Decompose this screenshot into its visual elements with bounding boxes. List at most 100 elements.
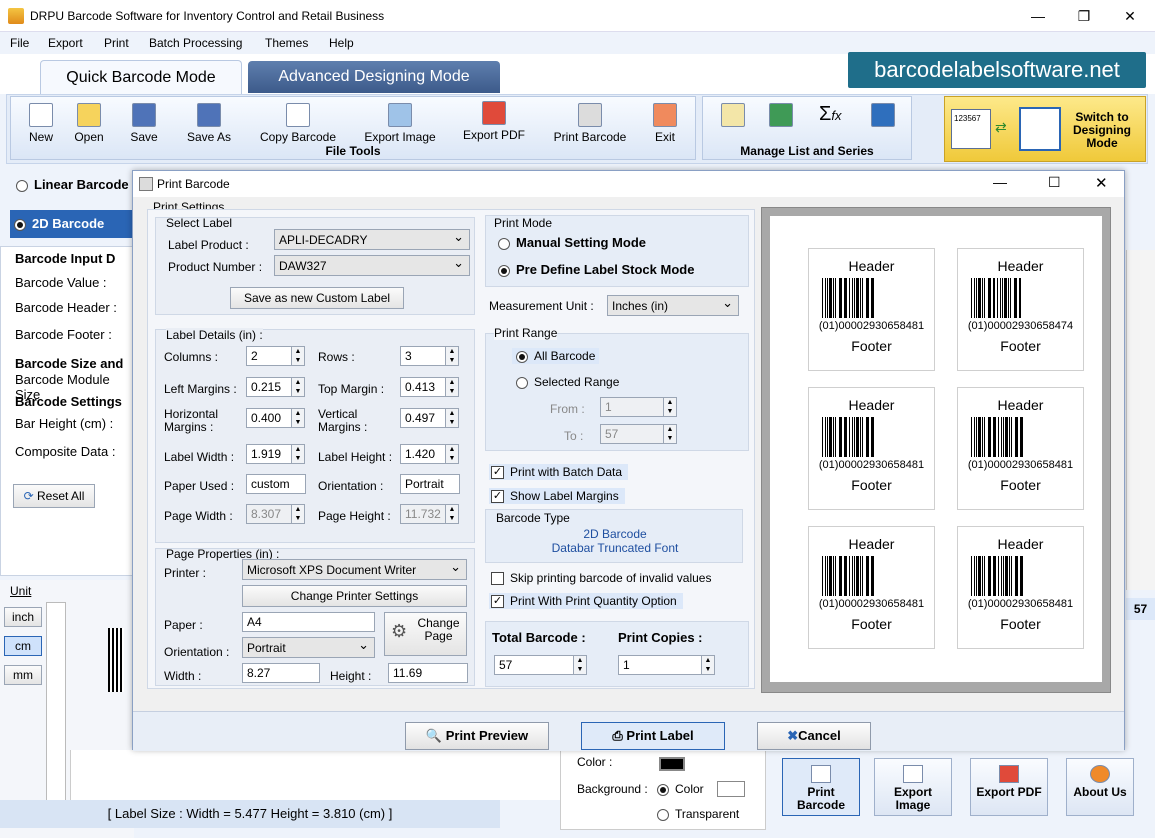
left-margins-spinner[interactable]: ▲ ▼ bbox=[292, 377, 305, 397]
save-as-button[interactable]: Save As bbox=[181, 103, 237, 144]
from-input[interactable]: 1 bbox=[600, 397, 664, 417]
print-quantity-checkbox[interactable]: ✓ Print With Print Quantity Option bbox=[489, 593, 683, 610]
columns-spinner[interactable]: ▲ ▼ bbox=[292, 346, 305, 366]
print-preview-button[interactable]: 🔍 Print Preview bbox=[405, 722, 549, 750]
save-custom-label-button[interactable]: Save as new Custom Label bbox=[230, 287, 404, 309]
vertical-margins-spinner[interactable]: ▲ ▼ bbox=[446, 408, 459, 428]
predefine-mode-radio[interactable]: Pre Define Label Stock Mode bbox=[498, 262, 694, 277]
manage-list-button[interactable] bbox=[721, 103, 745, 130]
scrollbar[interactable] bbox=[1126, 250, 1155, 590]
label-width-input[interactable]: 1.919 bbox=[246, 444, 292, 464]
background-color-radio[interactable]: Color bbox=[657, 782, 704, 796]
left-margins-input[interactable]: 0.215 bbox=[246, 377, 292, 397]
exit-button[interactable]: Exit bbox=[649, 103, 681, 144]
rows-input[interactable]: 3 bbox=[400, 346, 446, 366]
label-product-select[interactable]: APLI-DECADRY bbox=[274, 229, 470, 250]
label-size-status: [ Label Size : Width = 5.477 Height = 3.… bbox=[0, 800, 500, 828]
unit-inch-button[interactable]: inch bbox=[4, 607, 42, 627]
horizontal-margins-spinner[interactable]: ▲ ▼ bbox=[292, 408, 305, 428]
from-spinner[interactable]: ▲ ▼ bbox=[664, 397, 677, 417]
export-pdf-button[interactable]: Export PDF bbox=[459, 101, 529, 142]
page-width-spinner[interactable]: ▲ ▼ bbox=[292, 504, 305, 524]
unit-cm-button[interactable]: cm bbox=[4, 636, 42, 656]
measurement-unit-select[interactable]: Inches (in) bbox=[607, 295, 739, 316]
minimize-button[interactable]: — bbox=[1015, 0, 1061, 32]
switch-to-designing-mode-button[interactable]: 123567 ⇄ Switch to Designing Mode bbox=[944, 96, 1146, 162]
series-formula-button[interactable]: Σfx bbox=[819, 103, 842, 126]
export-image-tile[interactable]: Export Image bbox=[874, 758, 952, 816]
menu-batch-processing[interactable]: Batch Processing bbox=[149, 36, 242, 50]
page-orientation-select[interactable]: Portrait bbox=[242, 637, 375, 658]
top-margin-spinner[interactable]: ▲ ▼ bbox=[446, 377, 459, 397]
page-height-input[interactable]: 11.732 bbox=[400, 504, 446, 524]
page-height-spinner[interactable]: ▲ ▼ bbox=[446, 504, 459, 524]
paper-used-input[interactable]: custom bbox=[246, 474, 306, 494]
print-batch-data-checkbox[interactable]: ✓ Print with Batch Data bbox=[489, 464, 629, 481]
label-width-spinner[interactable]: ▲ ▼ bbox=[292, 444, 305, 464]
transparent-radio[interactable]: Transparent bbox=[657, 807, 739, 821]
about-us-tile[interactable]: About Us bbox=[1066, 758, 1134, 816]
export-pdf-tile[interactable]: Export PDF bbox=[970, 758, 1048, 816]
unit-mm-button[interactable]: mm bbox=[4, 665, 42, 685]
product-number-select[interactable]: DAW327 bbox=[274, 255, 470, 276]
print-label-button[interactable]: ⎙ Print Label bbox=[581, 722, 725, 750]
dialog-minimize-button[interactable]: — bbox=[993, 174, 1007, 190]
exit-icon bbox=[653, 103, 677, 127]
cancel-button[interactable]: ✖Cancel bbox=[757, 722, 871, 750]
print-barcode-tile[interactable]: Print Barcode bbox=[782, 758, 860, 816]
to-spinner[interactable]: ▲ ▼ bbox=[664, 424, 677, 444]
columns-input[interactable]: 2 bbox=[246, 346, 292, 366]
reset-all-button[interactable]: ⟳ Reset All bbox=[13, 484, 95, 508]
horizontal-margins-input[interactable]: 0.400 bbox=[246, 408, 292, 428]
new-button[interactable]: New bbox=[21, 103, 61, 144]
change-page-button[interactable]: ⚙ Change Page bbox=[384, 612, 467, 656]
save-button[interactable]: Save bbox=[124, 103, 164, 144]
menu-export[interactable]: Export bbox=[48, 36, 83, 50]
manual-mode-radio[interactable]: Manual Setting Mode bbox=[498, 235, 646, 250]
print-copies-input[interactable]: 1 bbox=[618, 655, 702, 675]
dialog-close-button[interactable]: ✕ bbox=[1095, 174, 1108, 192]
export-image-button[interactable]: Export Image bbox=[359, 103, 441, 144]
label-height-spinner[interactable]: ▲ ▼ bbox=[446, 444, 459, 464]
close-button[interactable]: ✕ bbox=[1107, 0, 1153, 32]
print-barcode-toolbar-button[interactable]: Print Barcode bbox=[547, 103, 633, 144]
color-swatch[interactable] bbox=[659, 757, 685, 771]
total-barcode-input[interactable]: 57 bbox=[494, 655, 574, 675]
dialog-maximize-button[interactable]: ☐ bbox=[1048, 174, 1061, 191]
top-margin-input[interactable]: 0.413 bbox=[400, 377, 446, 397]
open-button[interactable]: Open bbox=[69, 103, 109, 144]
linear-barcode-radio[interactable]: Linear Barcode bbox=[16, 177, 129, 192]
skip-invalid-checkbox[interactable]: Skip printing barcode of invalid values bbox=[489, 570, 713, 586]
menu-help[interactable]: Help bbox=[329, 36, 354, 50]
to-input[interactable]: 57 bbox=[600, 424, 664, 444]
rows-spinner[interactable]: ▲ ▼ bbox=[446, 346, 459, 366]
page-width-input[interactable]: 8.307 bbox=[246, 504, 292, 524]
vertical-margins-input[interactable]: 0.497 bbox=[400, 408, 446, 428]
unit-label: Unit bbox=[10, 584, 32, 598]
copy-barcode-button[interactable]: Copy Barcode bbox=[255, 103, 341, 144]
orientation-input[interactable]: Portrait bbox=[400, 474, 460, 494]
excel-import-button[interactable] bbox=[769, 103, 793, 130]
maximize-button[interactable]: ❐ bbox=[1061, 0, 1107, 32]
page-height-prop-input[interactable]: 11.69 bbox=[388, 663, 468, 683]
selected-range-radio[interactable]: Selected Range bbox=[512, 374, 623, 390]
designer-icon bbox=[1019, 107, 1061, 151]
menu-print[interactable]: Print bbox=[104, 36, 129, 50]
tab-quick-barcode-mode[interactable]: Quick Barcode Mode bbox=[40, 60, 242, 94]
label-height-input[interactable]: 1.420 bbox=[400, 444, 446, 464]
printer-select[interactable]: Microsoft XPS Document Writer bbox=[242, 559, 467, 580]
show-label-margins-checkbox[interactable]: ✓ Show Label Margins bbox=[489, 488, 625, 505]
all-barcode-radio[interactable]: All Barcode bbox=[512, 348, 600, 364]
swap-button[interactable] bbox=[871, 103, 895, 130]
total-barcode-spinner[interactable]: ▲ ▼ bbox=[574, 655, 587, 675]
menu-themes[interactable]: Themes bbox=[265, 36, 308, 50]
paper-input[interactable]: A4 bbox=[242, 612, 375, 632]
2d-barcode-radio[interactable]: 2D Barcode bbox=[10, 210, 134, 238]
file-tools-label: File Tools bbox=[325, 144, 381, 158]
tab-advanced-designing-mode[interactable]: Advanced Designing Mode bbox=[248, 61, 500, 93]
background-swatch[interactable] bbox=[717, 781, 745, 797]
page-width-prop-input[interactable]: 8.27 bbox=[242, 663, 320, 683]
change-printer-settings-button[interactable]: Change Printer Settings bbox=[242, 585, 467, 607]
menu-file[interactable]: File bbox=[10, 36, 29, 50]
print-copies-spinner[interactable]: ▲ ▼ bbox=[702, 655, 715, 675]
